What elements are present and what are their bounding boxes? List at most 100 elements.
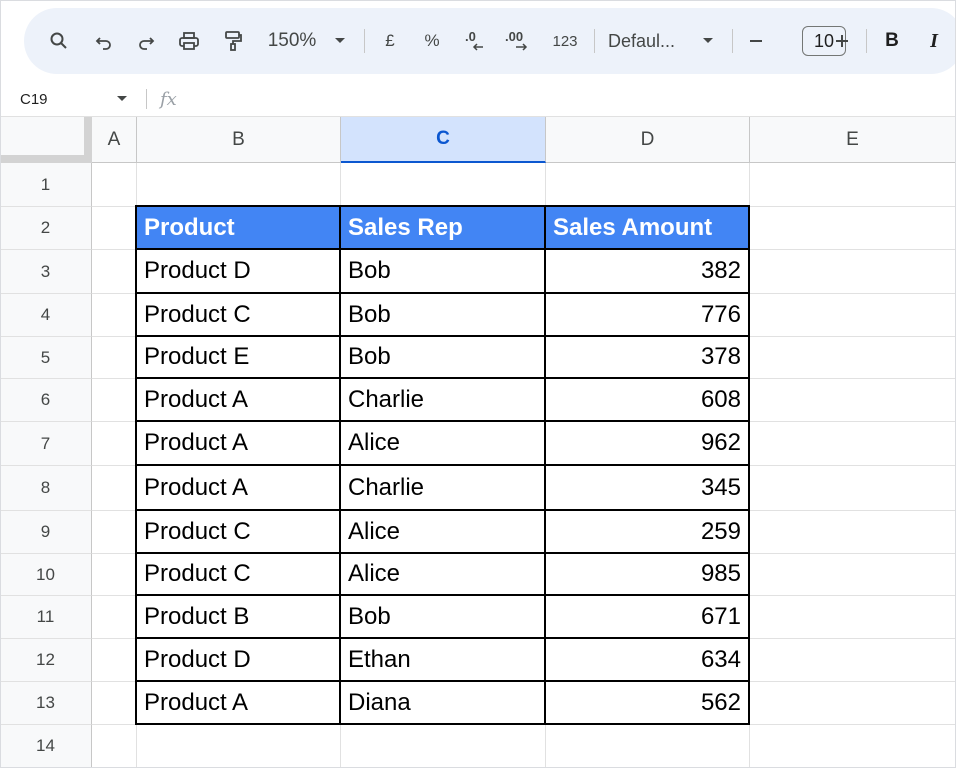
grid-cell[interactable] xyxy=(341,163,546,207)
row-header-14[interactable]: 14 xyxy=(0,725,92,768)
row-header-1[interactable]: 1 xyxy=(0,163,92,207)
grid-cell[interactable] xyxy=(750,725,956,768)
grid-cell[interactable] xyxy=(137,163,341,207)
cell-sales-rep[interactable]: Bob xyxy=(341,337,546,379)
row-header-12[interactable]: 12 xyxy=(0,639,92,682)
grid-cell[interactable] xyxy=(92,294,137,337)
grid-cell[interactable] xyxy=(750,554,956,596)
cell-sales-rep[interactable]: Diana xyxy=(341,682,546,725)
cell-sales-rep[interactable]: Ethan xyxy=(341,639,546,682)
table-header-sales-rep[interactable]: Sales Rep xyxy=(341,207,546,250)
increase-decimal-icon[interactable]: .00 xyxy=(502,8,536,74)
grid-cell[interactable] xyxy=(750,337,956,379)
print-icon[interactable] xyxy=(174,8,204,74)
cell-product[interactable]: Product A xyxy=(137,466,341,511)
name-box[interactable]: C19 xyxy=(20,82,48,116)
grid-cell[interactable] xyxy=(92,250,137,294)
cell-sales-rep[interactable]: Alice xyxy=(341,511,546,554)
row-header-8[interactable]: 8 xyxy=(0,466,92,511)
row-header-10[interactable]: 10 xyxy=(0,554,92,596)
table-header-product[interactable]: Product xyxy=(137,207,341,250)
formula-input[interactable] xyxy=(196,82,936,116)
cell-product[interactable]: Product C xyxy=(137,511,341,554)
bold-button[interactable]: B xyxy=(880,8,904,74)
frozen-columns-handle[interactable] xyxy=(84,117,92,163)
cell-sales-rep[interactable]: Bob xyxy=(341,294,546,337)
cell-sales-amount[interactable]: 776 xyxy=(546,294,750,337)
grid-cell[interactable] xyxy=(137,725,341,768)
grid-cell[interactable] xyxy=(750,466,956,511)
row-header-5[interactable]: 5 xyxy=(0,337,92,379)
decrease-font-size-icon[interactable] xyxy=(744,8,768,74)
row-header-6[interactable]: 6 xyxy=(0,379,92,422)
font-family-select[interactable]: Defaul... xyxy=(608,8,688,74)
cell-sales-amount[interactable]: 634 xyxy=(546,639,750,682)
grid-cell[interactable] xyxy=(750,250,956,294)
percent-format-button[interactable]: % xyxy=(420,8,444,74)
grid-cell[interactable] xyxy=(92,511,137,554)
grid-cell[interactable] xyxy=(546,725,750,768)
grid-cell[interactable] xyxy=(92,422,137,466)
font-chevron-down-icon[interactable] xyxy=(698,8,718,74)
cell-sales-amount[interactable]: 382 xyxy=(546,250,750,294)
currency-format-button[interactable]: £ xyxy=(378,8,402,74)
grid-cell[interactable] xyxy=(92,725,137,768)
row-header-13[interactable]: 13 xyxy=(0,682,92,725)
grid-cell[interactable] xyxy=(750,207,956,250)
grid-cell[interactable] xyxy=(92,639,137,682)
grid-cell[interactable] xyxy=(750,682,956,725)
cell-product[interactable]: Product C xyxy=(137,554,341,596)
grid-cell[interactable] xyxy=(92,554,137,596)
table-header-sales-amount[interactable]: Sales Amount xyxy=(546,207,750,250)
number-format-button[interactable]: 123 xyxy=(548,8,582,74)
cell-sales-amount[interactable]: 608 xyxy=(546,379,750,422)
cell-sales-rep[interactable]: Charlie xyxy=(341,379,546,422)
grid-cell[interactable] xyxy=(92,682,137,725)
cell-product[interactable]: Product A xyxy=(137,682,341,725)
cell-sales-rep[interactable]: Bob xyxy=(341,250,546,294)
cell-sales-amount[interactable]: 962 xyxy=(546,422,750,466)
column-header-a[interactable]: A xyxy=(92,117,137,163)
grid-cell[interactable] xyxy=(750,163,956,207)
increase-font-size-icon[interactable] xyxy=(830,8,854,74)
cell-sales-amount[interactable]: 562 xyxy=(546,682,750,725)
cell-sales-amount[interactable]: 345 xyxy=(546,466,750,511)
redo-icon[interactable] xyxy=(132,8,160,74)
grid-cell[interactable] xyxy=(750,511,956,554)
row-header-2[interactable]: 2 xyxy=(0,207,92,250)
column-header-d[interactable]: D xyxy=(546,117,750,163)
cell-sales-rep[interactable]: Bob xyxy=(341,596,546,639)
cell-sales-rep[interactable]: Charlie xyxy=(341,466,546,511)
frozen-rows-handle[interactable] xyxy=(0,155,84,163)
grid-cell[interactable] xyxy=(750,596,956,639)
row-header-11[interactable]: 11 xyxy=(0,596,92,639)
cell-product[interactable]: Product B xyxy=(137,596,341,639)
grid-cell[interactable] xyxy=(92,466,137,511)
italic-button[interactable]: I xyxy=(922,8,946,74)
cell-sales-amount[interactable]: 259 xyxy=(546,511,750,554)
cell-product[interactable]: Product D xyxy=(137,639,341,682)
column-header-c[interactable]: C xyxy=(341,117,546,163)
cell-sales-amount[interactable]: 985 xyxy=(546,554,750,596)
grid-cell[interactable] xyxy=(750,639,956,682)
name-box-chevron-down-icon[interactable] xyxy=(116,82,128,116)
row-header-9[interactable]: 9 xyxy=(0,511,92,554)
grid-cell[interactable] xyxy=(546,163,750,207)
grid-cell[interactable] xyxy=(750,379,956,422)
cell-product[interactable]: Product D xyxy=(137,250,341,294)
cell-sales-amount[interactable]: 378 xyxy=(546,337,750,379)
row-header-7[interactable]: 7 xyxy=(0,422,92,466)
cell-product[interactable]: Product C xyxy=(137,294,341,337)
cell-product[interactable]: Product A xyxy=(137,379,341,422)
grid-cell[interactable] xyxy=(92,337,137,379)
column-header-e[interactable]: E xyxy=(750,117,956,163)
row-header-3[interactable]: 3 xyxy=(0,250,92,294)
cell-sales-rep[interactable]: Alice xyxy=(341,554,546,596)
decrease-decimal-icon[interactable]: .0 xyxy=(460,8,490,74)
cell-product[interactable]: Product E xyxy=(137,337,341,379)
cell-sales-rep[interactable]: Alice xyxy=(341,422,546,466)
grid-cell[interactable] xyxy=(750,422,956,466)
column-header-b[interactable]: B xyxy=(137,117,341,163)
zoom-chevron-down-icon[interactable] xyxy=(330,8,350,74)
grid-cell[interactable] xyxy=(92,163,137,207)
